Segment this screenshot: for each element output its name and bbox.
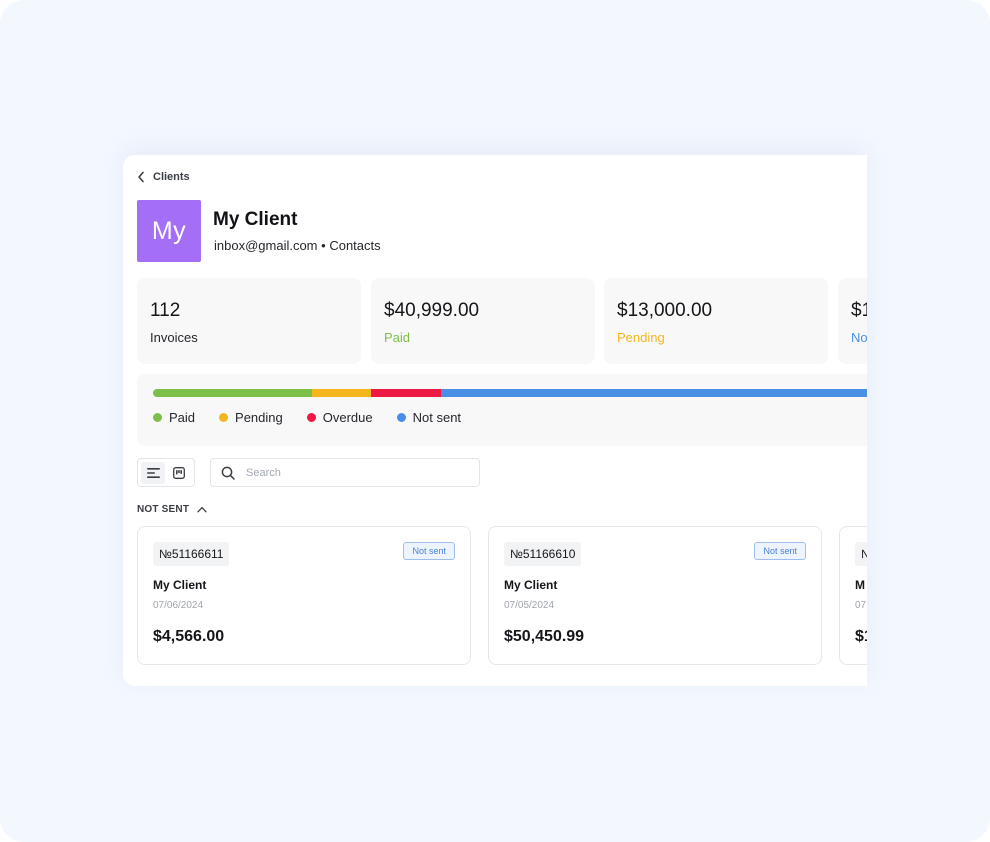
separator-dot: • [321,238,326,253]
legend-label: Not sent [412,410,462,425]
search-input[interactable] [244,465,468,480]
invoice-client: M [855,578,865,592]
invoice-card[interactable]: №51166611 Not sent My Client 07/06/2024 … [137,526,471,665]
invoice-date: 07 [855,600,867,611]
list-view-icon [146,467,160,478]
stat-value: 112 [150,300,181,321]
legend-dot [219,413,229,422]
invoice-number: №51166610 [504,542,582,566]
stat-card-paid: $40,999.00 Paid [371,278,595,364]
stat-label: Paid [384,330,411,345]
client-email: inbox@gmail.com [214,238,318,253]
invoice-client: My Client [504,578,558,592]
search-icon [221,466,235,480]
stat-label: Pending [617,330,665,345]
legend-item: Paid [153,410,195,425]
stat-value: $1 [851,300,867,321]
stat-card-invoices: 112 Invoices [137,278,361,364]
contacts-link[interactable]: Contacts [329,238,380,253]
invoice-client: My Client [153,578,207,592]
breadcrumb-clients[interactable]: Clients [137,169,190,185]
avatar-initials: My [151,216,187,245]
chevron-up-icon [197,506,207,513]
stat-label: No [851,330,867,345]
status-legend: Paid Pending Overdue Not sent [153,410,461,425]
stat-card-not-sent: $1 No [838,278,867,364]
group-title: NOT SENT [137,504,190,515]
status-bar-segment [371,389,441,397]
search-box [210,458,480,487]
stat-value: $40,999.00 [384,300,480,321]
status-progress-bar [153,389,867,397]
chevron-left-icon [138,171,144,183]
invoice-number: №51166611 [153,542,230,566]
stat-label: Invoices [150,330,198,345]
group-header-not-sent[interactable]: NOT SENT [137,504,207,515]
status-badge: Not sent [403,542,455,560]
legend-dot [306,413,316,422]
invoice-date: 07/05/2024 [504,600,555,611]
board-view-button[interactable] [167,462,191,484]
breadcrumb-label: Clients [153,171,190,183]
board-view-icon [173,466,185,479]
legend-item: Overdue [306,410,373,425]
legend-label: Overdue [322,410,373,425]
invoice-amount: $4,566.00 [153,628,225,645]
legend-dot [396,413,406,422]
status-distribution-panel: Paid Pending Overdue Not sent [137,374,867,446]
legend-label: Paid [169,410,196,425]
invoice-card[interactable]: №51166610 Not sent My Client 07/05/2024 … [488,526,822,665]
stat-card-pending: $13,000.00 Pending [604,278,828,364]
list-view-button[interactable] [141,461,165,484]
legend-item: Not sent [396,410,462,425]
status-bar-segment [441,389,867,397]
view-toggle [137,458,195,487]
client-avatar: My [137,200,201,262]
invoice-number: № [855,542,867,566]
page-background: Clients My My Client inbox@gmail.com • C… [0,0,990,842]
legend-label: Pending [235,410,283,425]
client-detail-panel: Clients My My Client inbox@gmail.com • C… [123,155,867,686]
client-name: My Client [213,209,298,230]
stat-value: $13,000.00 [617,300,713,321]
legend-dot [153,413,162,422]
status-bar-segment [312,389,371,397]
invoice-amount: $50,450.99 [504,628,585,645]
invoice-card[interactable]: № M 07 $1 [839,526,867,665]
status-badge: Not sent [754,542,806,560]
invoice-amount: $1 [855,628,867,645]
invoice-date: 07/06/2024 [153,600,204,611]
client-contact-line: inbox@gmail.com • Contacts [214,238,381,253]
legend-item: Pending [219,410,283,425]
status-bar-segment [153,389,312,397]
